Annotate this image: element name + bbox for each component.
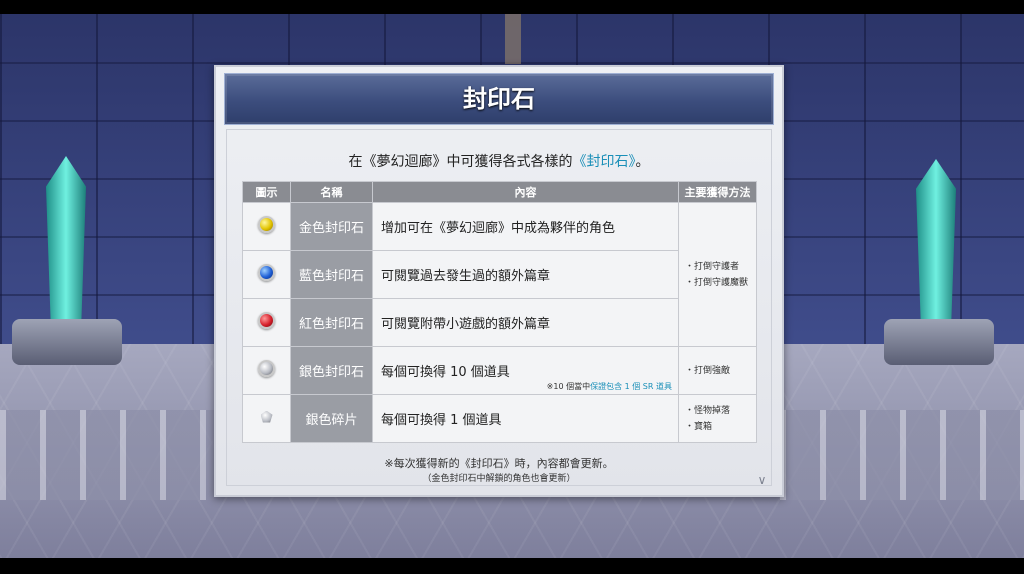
stone-name: 銀色碎片 [290, 394, 373, 443]
icon-cell [242, 250, 291, 299]
icon-cell [242, 346, 291, 395]
right-pedestal [884, 319, 994, 365]
stone-content: 每個可換得 1 個道具 [372, 394, 679, 443]
stone-content-with-note: 每個可換得 10 個道具 ※10 個當中保證包含 1 個 SR 道具 [372, 346, 679, 395]
icon-cell [242, 298, 291, 347]
stone-content: 可閱覽過去發生過的額外篇章 [372, 250, 679, 299]
method-item: ・打倒守護者 [685, 261, 740, 272]
intro-suffix: 。 [635, 154, 650, 170]
method-cell-group3: ・怪物掉落 ・寶箱 [678, 394, 757, 443]
stone-content: 可閱覽附帶小遊戲的額外篇章 [372, 298, 679, 347]
method-cell-group1: ・打倒守護者 ・打倒守護魔獸 [678, 202, 757, 347]
right-crystal [916, 159, 956, 324]
table-row: 銀色封印石 每個可換得 10 個道具 ※10 個當中保證包含 1 個 SR 道具… [242, 346, 757, 395]
left-pedestal [12, 319, 122, 365]
table-row: 金色封印石 增加可在《夢幻迴廊》中成為夥伴的角色 ・打倒守護者 ・打倒守護魔獸 [242, 202, 757, 347]
blue-seal-stone-icon [258, 264, 275, 281]
background-ornament [505, 14, 521, 64]
silver-shard-icon [260, 410, 273, 423]
method-item: ・打倒守護魔獸 [685, 277, 749, 288]
method-item: ・打倒強敵 [685, 365, 731, 376]
header-name: 名稱 [290, 181, 373, 203]
left-crystal [46, 156, 86, 326]
table-header-row: 圖示 名稱 內容 主要獲得方法 [242, 181, 757, 203]
header-method: 主要獲得方法 [678, 181, 757, 203]
intro-highlight: 《封印石》 [572, 154, 636, 170]
stone-content: 增加可在《夢幻迴廊》中成為夥伴的角色 [372, 202, 679, 251]
footer-note-line2: （金色封印石中解鎖的角色也會更新） [422, 474, 576, 484]
right-railing [780, 410, 1024, 500]
stone-name: 紅色封印石 [290, 298, 373, 347]
silver-seal-stone-icon [258, 360, 275, 377]
header-content: 內容 [372, 181, 679, 203]
red-seal-stone-icon [258, 312, 275, 329]
stone-name: 金色封印石 [290, 202, 373, 251]
note-prefix: ※10 個當中 [546, 382, 591, 391]
gold-seal-stone-icon [258, 216, 275, 233]
panel-header: 封印石 [224, 73, 774, 125]
icon-cell [242, 202, 291, 251]
seal-stone-info-panel: 封印石 在《夢幻迴廊》中可獲得各式各樣的《封印石》。 圖示 名稱 內容 主要獲得… [214, 65, 784, 497]
letterbox-bottom [0, 558, 1024, 574]
letterbox-top [0, 0, 1024, 14]
method-item: ・寶箱 [685, 421, 713, 432]
stone-name: 銀色封印石 [290, 346, 373, 395]
sr-guarantee-note: ※10 個當中保證包含 1 個 SR 道具 [547, 381, 672, 392]
chevron-down-icon[interactable]: ∨ [754, 473, 770, 487]
seal-stone-table: 圖示 名稱 內容 主要獲得方法 金色封印石 增加可在《夢幻迴廊》中成為夥伴的角色… [242, 181, 757, 443]
stone-name: 藍色封印石 [290, 250, 373, 299]
method-cell-group2: ・打倒強敵 [678, 346, 757, 395]
header-icon: 圖示 [242, 181, 291, 203]
panel-title: 封印石 [463, 85, 535, 113]
icon-cell [242, 394, 291, 443]
left-railing [0, 410, 214, 500]
intro-prefix: 在《夢幻迴廊》中可獲得各式各樣的 [348, 154, 573, 170]
method-item: ・怪物掉落 [685, 405, 731, 416]
note-highlight: 保證包含 1 個 SR 道具 [590, 382, 672, 391]
table-row: 銀色碎片 每個可換得 1 個道具 ・怪物掉落 ・寶箱 [242, 394, 757, 443]
stone-content: 每個可換得 10 個道具 [381, 365, 510, 380]
intro-text: 在《夢幻迴廊》中可獲得各式各樣的《封印石》。 [216, 151, 782, 171]
footer-note-line1: ※每次獲得新的《封印石》時，內容都會更新。 [384, 457, 614, 470]
